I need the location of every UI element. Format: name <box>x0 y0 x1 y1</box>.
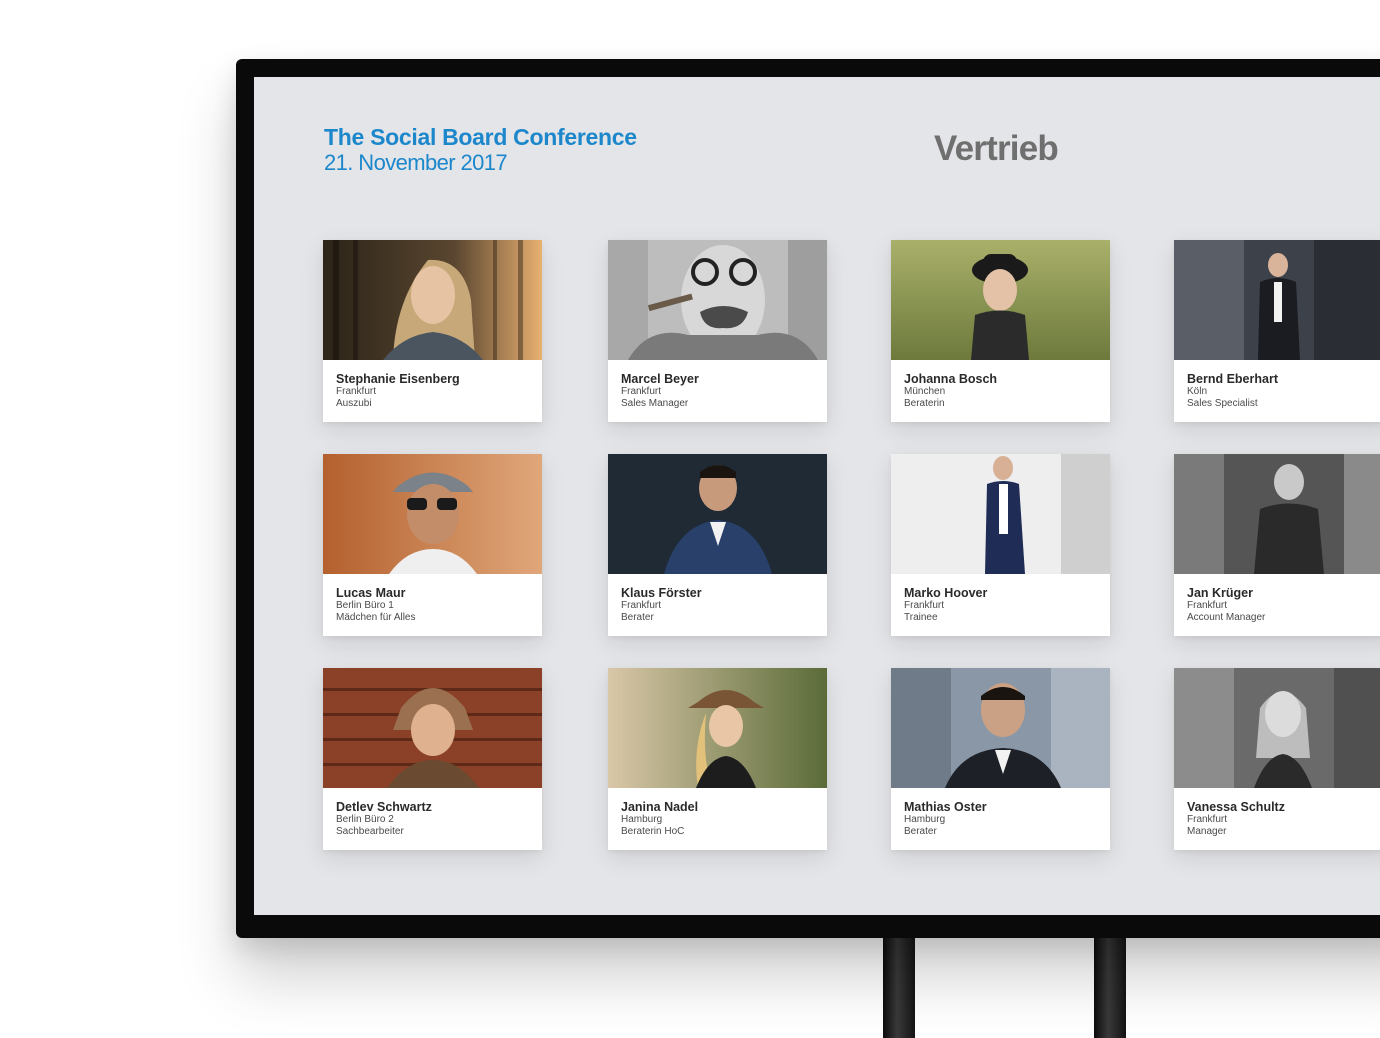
person-name: Lucas Maur <box>336 586 406 600</box>
person-role: Trainee <box>904 612 938 623</box>
person-role: Berater <box>904 826 937 837</box>
person-card[interactable]: Janina Nadel Hamburg Beraterin HoC <box>608 668 827 850</box>
person-card[interactable]: Marko Hoover Frankfurt Trainee <box>891 454 1110 636</box>
person-name: Marko Hoover <box>904 586 988 600</box>
person-photo <box>891 240 1110 360</box>
person-photo <box>891 668 1110 788</box>
person-role: Mädchen für Alles <box>336 612 416 623</box>
person-card[interactable]: Vanessa Schultz Frankfurt Manager <box>1174 668 1380 850</box>
person-city: Hamburg <box>621 814 663 825</box>
person-photo <box>1174 668 1380 788</box>
conference-date: 21. November 2017 <box>324 150 508 175</box>
person-city: Frankfurt <box>336 386 377 397</box>
person-role: Sales Specialist <box>1187 398 1258 409</box>
person-photo-image <box>891 454 1110 574</box>
stand-leg-right <box>1094 930 1126 1038</box>
person-photo-image <box>608 454 827 574</box>
person-role: Manager <box>1187 826 1227 837</box>
person-city: München <box>904 386 946 397</box>
person-city: Frankfurt <box>621 386 662 397</box>
person-card[interactable]: Bernd Eberhart Köln Sales Specialist <box>1174 240 1380 422</box>
person-photo <box>323 454 542 574</box>
person-photo-image <box>891 668 1110 788</box>
people-grid: Stephanie Eisenberg Frankfurt Auszubi Ma… <box>323 240 1380 860</box>
person-role: Beraterin <box>904 398 945 409</box>
person-name: Bernd Eberhart <box>1187 372 1278 386</box>
person-photo <box>323 240 542 360</box>
person-role: Sachbearbeiter <box>336 826 404 837</box>
person-name: Mathias Oster <box>904 800 987 814</box>
person-role: Berater <box>621 612 654 623</box>
department-title: Vertrieb <box>934 129 1059 168</box>
monitor-screen: The Social Board Conference 21. November… <box>254 77 1380 915</box>
conference-title: The Social Board Conference <box>324 124 637 150</box>
person-photo <box>608 240 827 360</box>
person-name: Janina Nadel <box>621 800 699 814</box>
person-photo-image <box>1174 240 1380 360</box>
person-name: Vanessa Schultz <box>1187 800 1285 814</box>
person-city: Berlin Büro 1 <box>336 600 394 611</box>
person-role: Beraterin HoC <box>621 826 685 837</box>
person-card[interactable]: Jan Krüger Frankfurt Account Manager <box>1174 454 1380 636</box>
person-photo-image <box>891 240 1110 360</box>
person-city: Köln <box>1187 386 1208 397</box>
person-photo-image <box>1174 668 1380 788</box>
person-card[interactable]: Lucas Maur Berlin Büro 1 Mädchen für All… <box>323 454 542 636</box>
monitor-bezel: The Social Board Conference 21. November… <box>236 59 1380 938</box>
person-photo <box>323 668 542 788</box>
person-card[interactable]: Klaus Förster Frankfurt Berater <box>608 454 827 636</box>
person-photo <box>1174 240 1380 360</box>
person-photo-image <box>1174 454 1380 574</box>
display-mockup: The Social Board Conference 21. November… <box>0 0 1380 1038</box>
person-photo-image <box>608 240 827 360</box>
person-photo-image <box>323 240 542 360</box>
person-photo-image <box>323 454 542 574</box>
person-name: Stephanie Eisenberg <box>336 372 460 386</box>
person-city: Frankfurt <box>1187 814 1228 825</box>
person-role: Auszubi <box>336 398 372 409</box>
person-name: Jan Krüger <box>1187 586 1253 600</box>
person-name: Detlev Schwartz <box>336 800 432 814</box>
person-card[interactable]: Stephanie Eisenberg Frankfurt Auszubi <box>323 240 542 422</box>
stand-leg-left <box>883 930 915 1038</box>
person-card[interactable]: Marcel Beyer Frankfurt Sales Manager <box>608 240 827 422</box>
person-photo <box>891 454 1110 574</box>
person-city: Frankfurt <box>1187 600 1228 611</box>
person-photo <box>608 454 827 574</box>
person-card[interactable]: Johanna Bosch München Beraterin <box>891 240 1110 422</box>
person-role: Sales Manager <box>621 398 689 409</box>
person-city: Berlin Büro 2 <box>336 814 394 825</box>
person-photo-image <box>608 668 827 788</box>
person-name: Johanna Bosch <box>904 372 998 386</box>
person-name: Klaus Förster <box>621 586 702 600</box>
person-photo <box>608 668 827 788</box>
person-city: Frankfurt <box>621 600 662 611</box>
person-card[interactable]: Detlev Schwartz Berlin Büro 2 Sachbearbe… <box>323 668 542 850</box>
person-photo <box>1174 454 1380 574</box>
person-role: Account Manager <box>1187 612 1266 623</box>
person-city: Hamburg <box>904 814 946 825</box>
person-photo-image <box>323 668 542 788</box>
person-name: Marcel Beyer <box>621 372 699 386</box>
person-city: Frankfurt <box>904 600 945 611</box>
person-card[interactable]: Mathias Oster Hamburg Berater <box>891 668 1110 850</box>
